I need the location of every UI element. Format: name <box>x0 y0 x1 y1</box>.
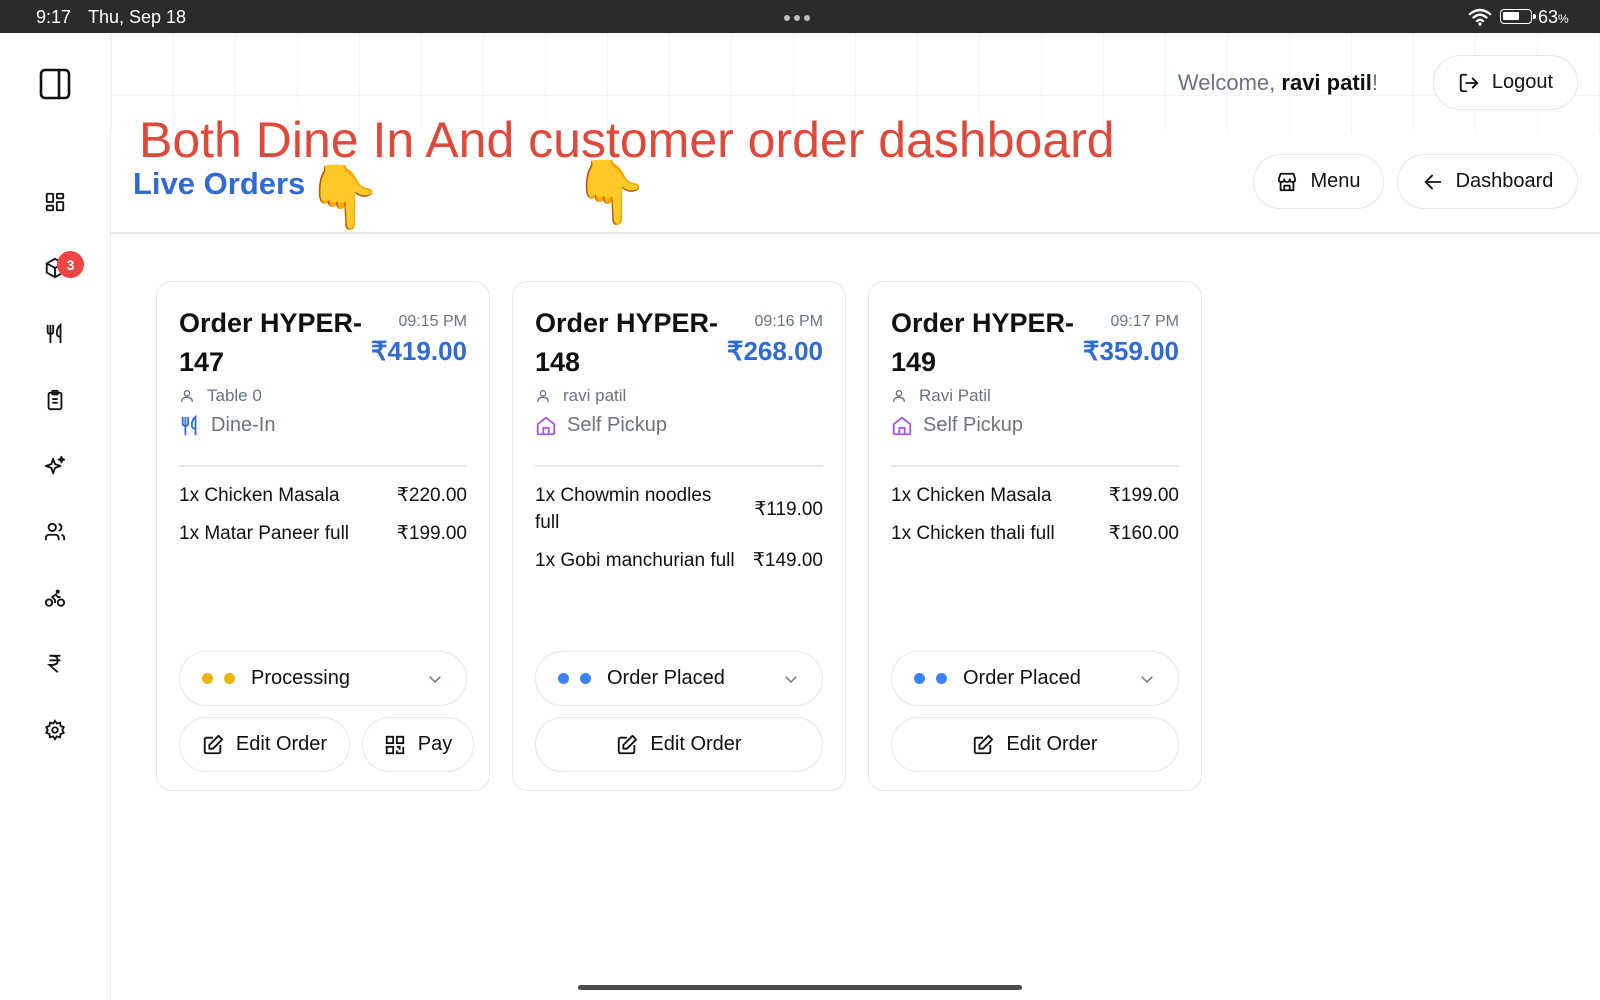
order-type: Dine-In <box>179 414 275 437</box>
order-time: 09:15 PM <box>398 313 467 330</box>
pointing-down-emoji: 👇 <box>305 163 383 232</box>
status-dot <box>580 673 591 684</box>
header-divider <box>111 232 1600 234</box>
order-total: ₹268.00 <box>726 336 823 366</box>
edit-order-button[interactable]: Edit Order <box>891 717 1179 772</box>
chevron-down-icon <box>785 675 797 683</box>
chevron-down-icon <box>1141 675 1153 683</box>
order-type: Self Pickup <box>535 414 667 437</box>
sidebar-toggle-icon[interactable] <box>38 67 72 101</box>
order-card: Order HYPER-147 09:15 PM ₹419.00 Table 0… <box>156 281 490 791</box>
multitasking-dots-icon[interactable] <box>784 15 810 21</box>
status-dot <box>914 673 925 684</box>
order-item: 1x Chicken Masala ₹199.00 <box>891 485 1179 506</box>
logout-button[interactable]: Logout <box>1433 55 1578 110</box>
status-dot <box>224 673 235 684</box>
order-items: 1x Chicken Masala ₹220.00 1x Matar Paneer… <box>179 482 467 558</box>
order-title: Order HYPER-149 <box>891 308 1075 377</box>
order-item: 1x Chicken thali full ₹160.00 <box>891 523 1179 544</box>
order-divider <box>891 465 1179 467</box>
order-total: ₹419.00 <box>370 336 467 366</box>
qr-code-icon <box>385 735 404 754</box>
bike-icon[interactable] <box>43 586 67 610</box>
order-customer: Table 0 <box>179 386 262 406</box>
order-status-select[interactable]: Processing <box>179 651 467 706</box>
status-dot <box>558 673 569 684</box>
edit-icon <box>618 734 638 754</box>
edit-icon <box>974 734 994 754</box>
order-items: 1x Chicken Masala ₹199.00 1x Chicken thal… <box>891 482 1179 558</box>
user-name: ravi patil <box>1281 70 1372 95</box>
utensils-icon[interactable] <box>43 322 67 346</box>
orders-badge: 3 <box>57 251 84 278</box>
order-item: 1x Chicken Masala ₹220.00 <box>179 485 467 506</box>
rupee-icon[interactable] <box>43 652 67 676</box>
order-divider <box>535 465 823 467</box>
wifi-icon <box>1468 8 1492 26</box>
page-title: Live Orders <box>133 166 306 201</box>
menu-label: Menu <box>1310 170 1361 192</box>
order-time: 09:17 PM <box>1110 313 1179 330</box>
pointing-down-emoji: 👇 <box>572 158 650 227</box>
status-label: Processing <box>251 667 350 689</box>
order-title: Order HYPER-147 <box>179 308 363 377</box>
users-icon[interactable] <box>43 520 67 544</box>
pay-button[interactable]: Pay <box>362 717 474 772</box>
order-card: Order HYPER-149 09:17 PM ₹359.00 Ravi Pa… <box>868 281 1202 791</box>
order-item: 1x Chowmin noodles full ₹119.00 <box>535 485 823 533</box>
dashboard-label: Dashboard <box>1455 170 1554 192</box>
order-customer: ravi patil <box>535 386 626 406</box>
edit-order-button[interactable]: Edit Order <box>179 717 350 772</box>
order-actions: Edit Order <box>535 717 823 772</box>
user-icon <box>181 390 193 403</box>
order-status-select[interactable]: Order Placed <box>535 651 823 706</box>
order-status-select[interactable]: Order Placed <box>891 651 1179 706</box>
order-total: ₹359.00 <box>1082 336 1179 366</box>
store-icon <box>536 416 556 435</box>
edit-order-button[interactable]: Edit Order <box>535 717 823 772</box>
order-actions: Edit Order <box>891 717 1179 772</box>
order-card: Order HYPER-148 09:16 PM ₹268.00 ravi pa… <box>512 281 846 791</box>
order-actions: Edit Order Pay <box>179 717 474 772</box>
status-dot <box>936 673 947 684</box>
store-icon <box>1278 172 1297 191</box>
clipboard-list-icon[interactable] <box>43 388 67 412</box>
logout-label: Logout <box>1491 71 1554 93</box>
home-indicator[interactable] <box>578 985 1022 990</box>
logout-icon <box>1459 73 1479 92</box>
arrow-left-icon <box>1423 174 1441 189</box>
battery-percent: 63% <box>1538 7 1569 27</box>
order-customer: Ravi Patil <box>891 386 991 406</box>
settings-gear-icon[interactable] <box>43 718 67 742</box>
welcome-message: Welcome, ravi patil! <box>1177 70 1378 95</box>
sidebar: 3 <box>0 33 111 1000</box>
edit-icon <box>203 734 224 754</box>
order-items: 1x Chowmin noodles full ₹119.00 1x Gobi m… <box>535 482 823 585</box>
order-title: Order HYPER-148 <box>535 308 719 377</box>
store-icon <box>892 416 912 435</box>
order-divider <box>179 465 467 467</box>
battery-icon <box>1500 9 1536 24</box>
menu-button[interactable]: Menu <box>1253 154 1384 209</box>
status-bar: 9:17 Thu, Sep 18 63% <box>0 0 1600 33</box>
main-content: Welcome, ravi patil! Logout Both Dine In… <box>111 33 1600 1000</box>
status-label: Order Placed <box>963 667 1081 689</box>
chevron-down-icon <box>429 675 441 683</box>
status-date: Thu, Sep 18 <box>88 7 187 27</box>
user-icon <box>537 390 549 403</box>
user-icon <box>893 390 905 403</box>
order-item: 1x Gobi manchurian full ₹149.00 <box>535 550 823 571</box>
order-type: Self Pickup <box>891 414 1023 437</box>
status-time: 9:17 <box>36 7 72 27</box>
dashboard-grid-icon[interactable] <box>43 190 67 214</box>
status-dot <box>202 673 213 684</box>
sparkles-icon[interactable] <box>43 454 67 478</box>
status-label: Order Placed <box>607 667 725 689</box>
order-time: 09:16 PM <box>754 313 823 330</box>
order-item: 1x Matar Paneer full ₹199.00 <box>179 523 467 544</box>
utensils-icon <box>181 414 197 435</box>
dashboard-button[interactable]: Dashboard <box>1397 154 1578 209</box>
